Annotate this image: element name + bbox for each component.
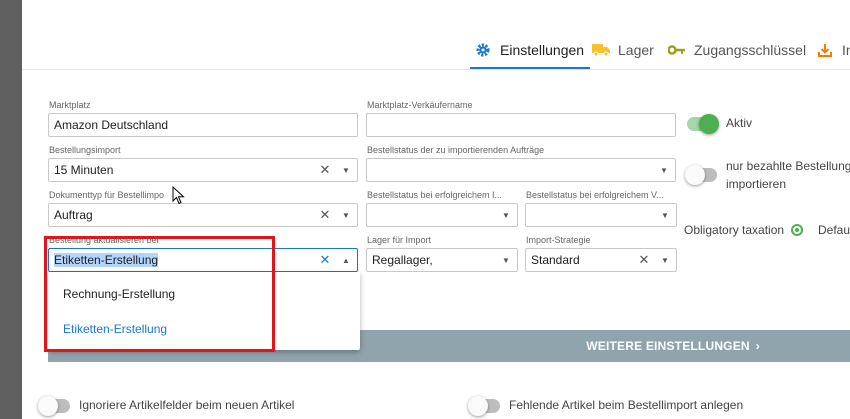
chevron-up-icon[interactable]: ▲ bbox=[339, 256, 353, 265]
highlight-annotation bbox=[44, 236, 275, 352]
clear-icon[interactable]: ✕ bbox=[319, 162, 331, 178]
lager-import-label: Lager für Import bbox=[367, 235, 432, 245]
chevron-down-icon[interactable]: ▼ bbox=[658, 256, 672, 265]
dokumenttyp-select[interactable]: Auftrag ✕ ▼ bbox=[48, 203, 358, 227]
more-settings-label: WEITERE EINSTELLUNGEN bbox=[586, 339, 750, 353]
tab-lager[interactable]: Lager bbox=[592, 40, 654, 60]
lager-import-select[interactable]: Regallager, ▼ bbox=[366, 248, 518, 272]
nur-bezahlte-toggle[interactable] bbox=[685, 165, 717, 185]
tab-label: Zugangsschlüssel bbox=[694, 42, 807, 58]
chevron-down-icon[interactable]: ▼ bbox=[657, 166, 671, 175]
obligatory-taxation-label: Obligatory taxation bbox=[684, 223, 785, 237]
ignoriere-artikelfelder-label: Ignoriere Artikelfelder beim neuen Artik… bbox=[79, 398, 295, 412]
active-tab-indicator bbox=[470, 67, 590, 69]
bestellungsimport-label: Bestellungsimport bbox=[49, 145, 121, 155]
tab-label: In bbox=[842, 42, 850, 58]
bestellstatus-import-label: Bestellstatus der zu importierenden Auft… bbox=[367, 145, 545, 155]
bestellstatus-import-select[interactable]: ▼ bbox=[366, 158, 676, 182]
nur-bezahlte-label-line2: importieren bbox=[726, 177, 787, 191]
obligatory-taxation-option: Defaul bbox=[818, 223, 850, 237]
status-erfolg2-label: Bestellstatus bei erfolgreichem V... bbox=[526, 190, 664, 200]
left-sidebar-edge bbox=[0, 0, 22, 419]
bestellungsimport-value: 15 Minuten bbox=[54, 163, 114, 177]
clear-icon[interactable]: ✕ bbox=[319, 207, 331, 223]
tab-zugangsschluessel[interactable]: Zugangsschlüssel bbox=[668, 40, 806, 60]
dokumenttyp-label: Dokumenttyp für Bestellimpo bbox=[49, 190, 165, 200]
status-erfolg2-select[interactable]: ▼ bbox=[525, 203, 677, 227]
fehlende-artikel-toggle[interactable] bbox=[468, 396, 500, 416]
clear-icon[interactable]: ✕ bbox=[638, 252, 650, 268]
clear-icon[interactable]: ✕ bbox=[319, 252, 331, 268]
fehlende-artikel-label: Fehlende Artikel beim Bestellimport anle… bbox=[509, 398, 744, 412]
marktplatz-label: Marktplatz bbox=[49, 100, 91, 110]
import-strategie-select[interactable]: Standard ✕ ▼ bbox=[525, 248, 677, 272]
chevron-right-icon: › bbox=[755, 339, 760, 353]
status-erfolg1-select[interactable]: ▼ bbox=[366, 203, 518, 227]
tab-label: Lager bbox=[618, 42, 654, 58]
more-settings-button[interactable]: WEITERE EINSTELLUNGEN › bbox=[360, 330, 850, 362]
marktplatz-value: Amazon Deutschland bbox=[54, 118, 169, 132]
mouse-cursor-icon bbox=[172, 185, 186, 211]
tab-label: Einstellungen bbox=[500, 42, 585, 58]
verkaeufername-field[interactable] bbox=[366, 113, 676, 137]
aktiv-toggle[interactable] bbox=[687, 114, 719, 134]
radio-selected-icon[interactable] bbox=[791, 224, 803, 236]
verkaeufername-label: Marktplatz-Verkäufername bbox=[367, 100, 473, 110]
key-icon bbox=[668, 41, 686, 59]
marktplatz-field[interactable]: Amazon Deutschland bbox=[48, 113, 358, 137]
import-strategie-value: Standard bbox=[531, 253, 580, 267]
import-strategie-label: Import-Strategie bbox=[526, 235, 591, 245]
lager-import-value: Regallager, bbox=[372, 253, 433, 267]
nur-bezahlte-label-line1: nur bezahlte Bestellunge bbox=[726, 159, 850, 173]
chevron-down-icon[interactable]: ▼ bbox=[339, 211, 353, 220]
gear-icon bbox=[474, 41, 492, 59]
tab-import[interactable]: In bbox=[816, 40, 850, 60]
dokumenttyp-value: Auftrag bbox=[54, 208, 93, 222]
chevron-down-icon[interactable]: ▼ bbox=[499, 256, 513, 265]
bestellungsimport-select[interactable]: 15 Minuten ✕ ▼ bbox=[48, 158, 358, 182]
aktiv-label: Aktiv bbox=[726, 116, 753, 130]
chevron-down-icon[interactable]: ▼ bbox=[339, 166, 353, 175]
chevron-down-icon[interactable]: ▼ bbox=[499, 211, 513, 220]
download-icon bbox=[816, 41, 834, 59]
chevron-down-icon[interactable]: ▼ bbox=[658, 211, 672, 220]
tab-einstellungen[interactable]: Einstellungen bbox=[474, 40, 584, 60]
ignoriere-artikelfelder-toggle[interactable] bbox=[38, 396, 70, 416]
truck-icon bbox=[592, 41, 610, 59]
status-erfolg1-label: Bestellstatus bei erfolgreichem I... bbox=[367, 190, 503, 200]
